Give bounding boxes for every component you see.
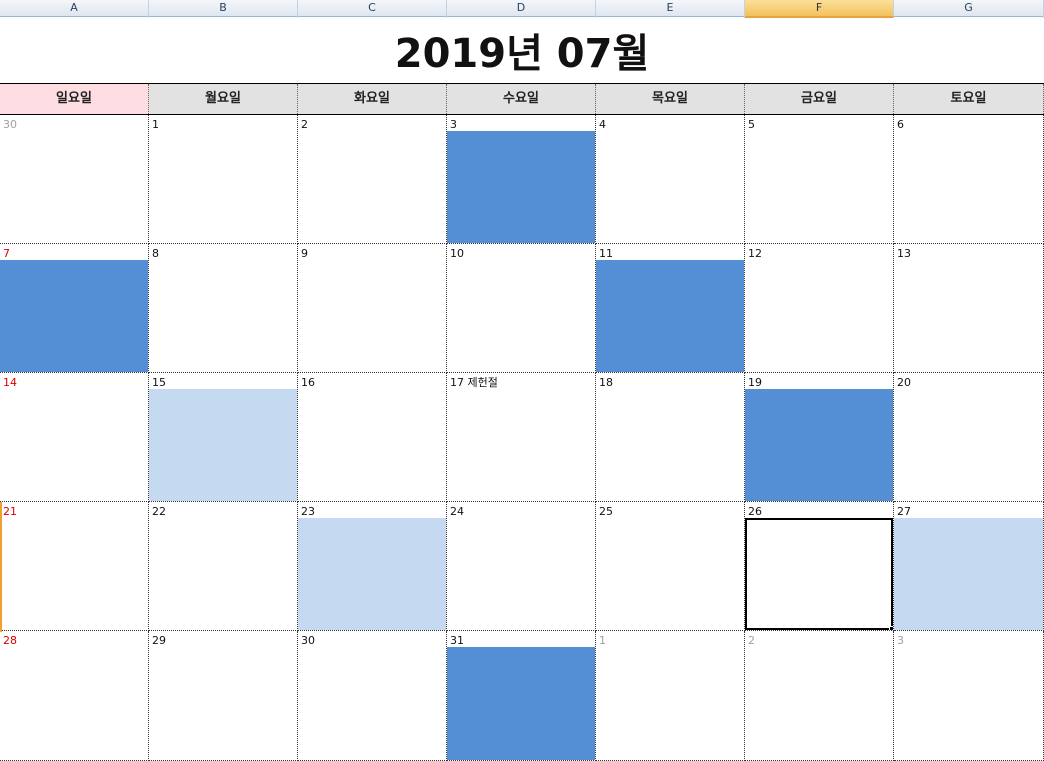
day-cell[interactable]: 6 — [894, 115, 1044, 244]
day-number: 4 — [599, 118, 606, 131]
weekday-header-row: 일요일 월요일 화요일 수요일 목요일 금요일 토요일 — [0, 84, 1044, 115]
column-header-b[interactable]: B — [149, 0, 298, 18]
day-cell[interactable]: 28 — [0, 631, 149, 761]
day-cell[interactable]: 12 — [745, 244, 894, 373]
day-number: 12 — [748, 247, 762, 260]
day-number: 6 — [897, 118, 904, 131]
day-cell[interactable]: 22 — [149, 502, 298, 631]
day-number: 30 — [3, 118, 17, 131]
day-number: 27 — [897, 505, 911, 518]
day-cell[interactable]: 15 — [149, 373, 298, 502]
day-cell[interactable]: 21 — [0, 502, 149, 631]
column-header-e[interactable]: E — [596, 0, 745, 18]
day-cell[interactable]: 2 — [745, 631, 894, 761]
highlight-fill — [596, 260, 744, 372]
day-number: 7 — [3, 247, 10, 260]
day-number: 2 — [748, 634, 755, 647]
day-number: 29 — [152, 634, 166, 647]
day-number: 2 — [301, 118, 308, 131]
column-header-d[interactable]: D — [447, 0, 596, 18]
day-cell[interactable]: 11 — [596, 244, 745, 373]
weekday-header[interactable]: 수요일 — [447, 84, 596, 114]
day-number: 30 — [301, 634, 315, 647]
day-number: 13 — [897, 247, 911, 260]
highlight-fill — [298, 518, 446, 630]
day-number: 23 — [301, 505, 315, 518]
day-number: 3 — [450, 118, 457, 131]
day-cell[interactable]: 5 — [745, 115, 894, 244]
weekday-header[interactable]: 목요일 — [596, 84, 745, 114]
day-cell[interactable]: 25 — [596, 502, 745, 631]
day-number: 28 — [3, 634, 17, 647]
day-number: 14 — [3, 376, 17, 389]
day-number: 3 — [897, 634, 904, 647]
column-header-g[interactable]: G — [894, 0, 1044, 18]
day-cell[interactable]: 31 — [447, 631, 596, 761]
day-cell[interactable]: 3 — [447, 115, 596, 244]
day-cell[interactable]: 20 — [894, 373, 1044, 502]
highlight-fill — [894, 518, 1043, 630]
day-number: 1 — [599, 634, 606, 647]
day-cell[interactable]: 29 — [149, 631, 298, 761]
day-number: 20 — [897, 376, 911, 389]
day-number: 8 — [152, 247, 159, 260]
day-number: 18 — [599, 376, 613, 389]
day-cell[interactable]: 16 — [298, 373, 447, 502]
day-number: 31 — [450, 634, 464, 647]
day-cell[interactable]: 9 — [298, 244, 447, 373]
day-number: 15 — [152, 376, 166, 389]
calendar-title: 2019년 07월 — [394, 31, 650, 77]
day-cell[interactable]: 17 제헌절 — [447, 373, 596, 502]
weekday-header[interactable]: 일요일 — [0, 84, 149, 114]
column-header-bar: ABCDEFG — [0, 0, 1044, 18]
weekday-header[interactable]: 토요일 — [894, 84, 1044, 114]
day-number: 21 — [3, 505, 17, 518]
day-number: 10 — [450, 247, 464, 260]
day-cell[interactable]: 19 — [745, 373, 894, 502]
calendar-grid: 30 1 2 3 4 5 6 7 8 9 10 11 12 13 14 15 16 17 제헌절 18 19 20 21 2… — [0, 115, 1044, 761]
day-number: 16 — [301, 376, 315, 389]
highlight-fill — [0, 260, 148, 372]
day-cell[interactable]: 1 — [596, 631, 745, 761]
day-number: 11 — [599, 247, 613, 260]
column-header-a[interactable]: A — [0, 0, 149, 18]
highlight-fill — [447, 647, 595, 760]
day-cell[interactable]: 13 — [894, 244, 1044, 373]
day-cell[interactable]: 18 — [596, 373, 745, 502]
day-number: 19 — [748, 376, 762, 389]
day-cell[interactable]: 24 — [447, 502, 596, 631]
highlight-fill — [447, 131, 595, 243]
calendar-title-row[interactable]: 2019년 07월 — [0, 17, 1044, 84]
day-cell[interactable]: 8 — [149, 244, 298, 373]
day-cell[interactable]: 30 — [0, 115, 149, 244]
day-cell[interactable]: 1 — [149, 115, 298, 244]
day-number: 9 — [301, 247, 308, 260]
day-number: 26 — [748, 505, 762, 518]
day-number: 5 — [748, 118, 755, 131]
column-header-c[interactable]: C — [298, 0, 447, 18]
day-cell[interactable]: 4 — [596, 115, 745, 244]
day-number: 25 — [599, 505, 613, 518]
day-cell[interactable]: 26 — [745, 502, 894, 631]
column-header-f[interactable]: F — [745, 0, 894, 18]
day-cell[interactable]: 23 — [298, 502, 447, 631]
weekday-header[interactable]: 월요일 — [149, 84, 298, 114]
highlight-fill — [149, 389, 297, 501]
day-cell[interactable]: 14 — [0, 373, 149, 502]
row-selection-indicator — [0, 502, 2, 632]
weekday-header[interactable]: 금요일 — [745, 84, 894, 114]
day-cell[interactable]: 30 — [298, 631, 447, 761]
day-cell[interactable]: 3 — [894, 631, 1044, 761]
highlight-fill — [745, 389, 893, 501]
day-number: 24 — [450, 505, 464, 518]
day-cell[interactable]: 10 — [447, 244, 596, 373]
weekday-header[interactable]: 화요일 — [298, 84, 447, 114]
day-cell[interactable]: 2 — [298, 115, 447, 244]
day-number: 17 제헌절 — [450, 376, 498, 389]
day-cell[interactable]: 27 — [894, 502, 1044, 631]
day-number: 22 — [152, 505, 166, 518]
day-number: 1 — [152, 118, 159, 131]
day-cell[interactable]: 7 — [0, 244, 149, 373]
